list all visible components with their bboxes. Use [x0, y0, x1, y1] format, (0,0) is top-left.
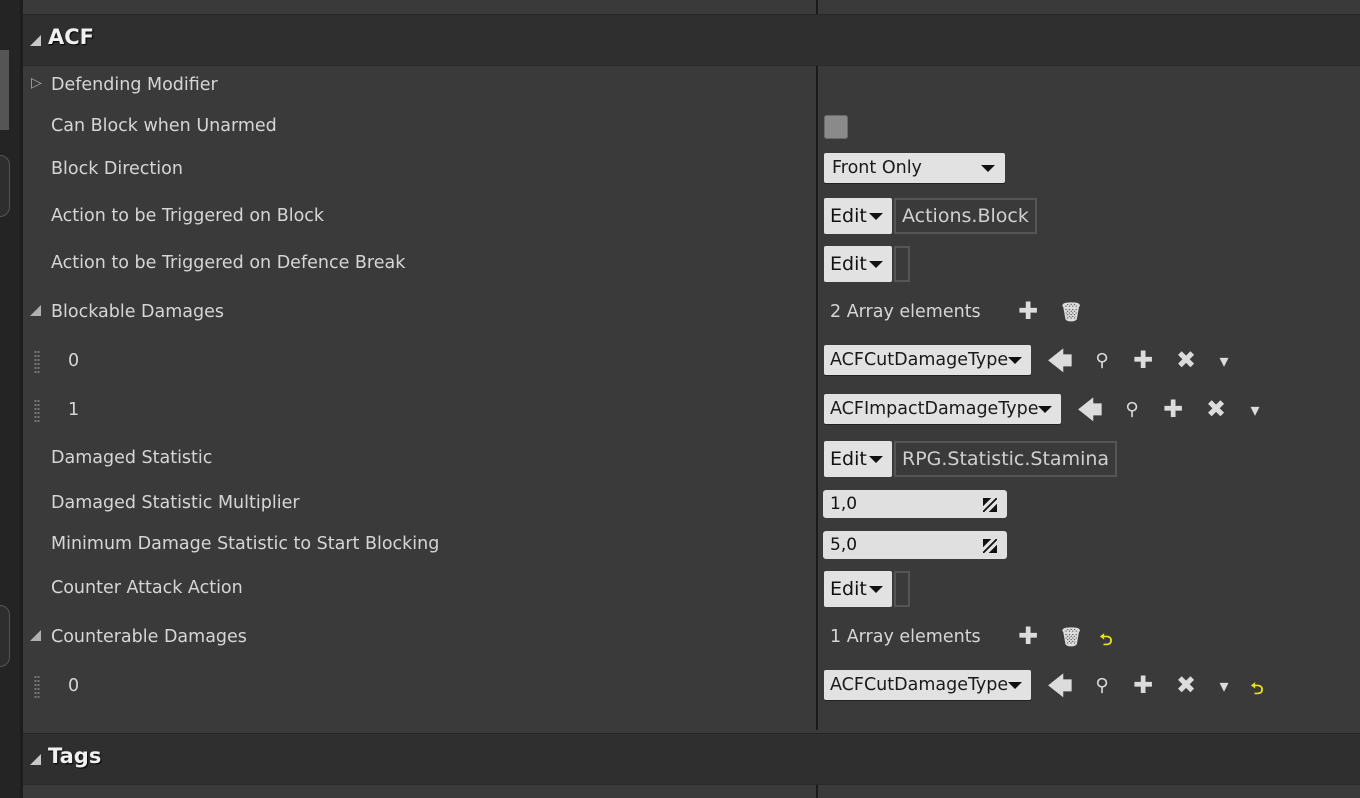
number-value: 5,0: [830, 535, 858, 555]
edit-label: Edit: [830, 205, 867, 227]
counter-attack-edit-button[interactable]: Edit: [824, 571, 892, 607]
block-direction-label: Block Direction: [51, 159, 183, 179]
magnifier-icon[interactable]: ⚲: [1089, 349, 1115, 373]
chevron-down-icon: [981, 165, 995, 172]
array-index: 0: [68, 676, 80, 696]
strip-segment: [0, 50, 9, 130]
counter-attack-tag: [894, 571, 910, 607]
x-icon[interactable]: ✖: [1173, 673, 1199, 697]
blockable-item-1-combo[interactable]: ACFImpactDamageType: [824, 394, 1061, 424]
magnifier-icon[interactable]: ⚲: [1089, 674, 1115, 698]
trash-icon[interactable]: 🗑: [1058, 301, 1084, 325]
strip-knob: [0, 605, 10, 667]
number-value: 1,0: [830, 494, 858, 514]
magnifier-icon[interactable]: ⚲: [1119, 398, 1145, 422]
action-on-block-label: Action to be Triggered on Block: [51, 206, 325, 226]
plus-icon[interactable]: ✚: [1015, 299, 1041, 323]
defending-modifier-label: Defending Modifier: [51, 75, 218, 95]
plus-icon[interactable]: ✚: [1130, 673, 1156, 697]
arrow-left-icon[interactable]: 🡄: [1077, 398, 1103, 422]
array-index: 0: [68, 351, 80, 371]
block-direction-combo[interactable]: Front Only: [824, 153, 1005, 183]
x-icon[interactable]: ✖: [1173, 348, 1199, 372]
arrow-left-icon[interactable]: 🡄: [1047, 349, 1073, 373]
expand-triangle-icon: [30, 35, 41, 46]
damage-type-value: ACFImpactDamageType: [830, 399, 1039, 419]
resize-handle-icon[interactable]: [983, 498, 997, 512]
counterable-damages-count: 1 Array elements: [830, 627, 981, 647]
damaged-statistic-multiplier-input[interactable]: 1,0: [823, 490, 1007, 518]
x-icon[interactable]: ✖: [1203, 397, 1229, 421]
reset-to-default-icon[interactable]: ⮌: [1244, 677, 1270, 701]
action-on-defence-break-label: Action to be Triggered on Defence Break: [51, 253, 406, 273]
edit-label: Edit: [830, 448, 867, 470]
arrow-left-icon[interactable]: 🡄: [1047, 674, 1073, 698]
blockable-damages-count: 2 Array elements: [830, 302, 981, 322]
collapsed-triangle-icon[interactable]: ▷: [31, 75, 42, 91]
counterable-item-0-combo[interactable]: ACFCutDamageType: [824, 670, 1031, 700]
damaged-statistic-multiplier-label: Damaged Statistic Multiplier: [51, 493, 300, 513]
column-splitter[interactable]: [816, 0, 818, 730]
chevron-down-icon: [869, 586, 883, 593]
edit-label: Edit: [830, 253, 867, 275]
drag-handle-icon[interactable]: [34, 350, 40, 374]
damage-type-value: ACFCutDamageType: [830, 675, 1009, 695]
trash-icon[interactable]: 🗑: [1058, 626, 1084, 650]
expand-triangle-icon[interactable]: [30, 630, 41, 641]
expand-triangle-icon: [30, 754, 41, 765]
action-on-defence-break-edit-button[interactable]: Edit: [824, 246, 892, 282]
damaged-statistic-label: Damaged Statistic: [51, 448, 213, 468]
damage-type-value: ACFCutDamageType: [830, 350, 1009, 370]
left-panel-strip: [0, 0, 20, 798]
min-damage-statistic-label: Minimum Damage Statistic to Start Blocki…: [51, 534, 440, 554]
counterable-damages-label: Counterable Damages: [51, 627, 247, 647]
plus-icon[interactable]: ✚: [1015, 624, 1041, 648]
expand-triangle-icon[interactable]: [30, 305, 41, 316]
block-direction-value: Front Only: [832, 158, 922, 178]
blockable-damages-label: Blockable Damages: [51, 302, 225, 322]
chevron-down-icon: [869, 456, 883, 463]
plus-icon[interactable]: ✚: [1160, 397, 1186, 421]
damaged-statistic-tag: RPG.Statistic.Stamina: [894, 441, 1117, 477]
array-index: 1: [68, 400, 80, 420]
action-on-block-edit-button[interactable]: Edit: [824, 198, 892, 234]
counter-attack-action-label: Counter Attack Action: [51, 578, 243, 598]
category-acf-header[interactable]: ACF: [23, 14, 1360, 66]
drag-handle-icon[interactable]: [34, 399, 40, 423]
can-block-unarmed-label: Can Block when Unarmed: [51, 116, 277, 136]
resize-handle-icon[interactable]: [983, 539, 997, 553]
damaged-statistic-edit-button[interactable]: Edit: [824, 441, 892, 477]
chevron-down-icon[interactable]: ▾: [1242, 399, 1268, 423]
category-tags-header[interactable]: Tags: [23, 733, 1360, 785]
can-block-unarmed-checkbox[interactable]: [824, 115, 848, 139]
action-on-defence-break-tag: [894, 246, 910, 282]
chevron-down-icon[interactable]: ▾: [1211, 350, 1237, 374]
chevron-down-icon[interactable]: ▾: [1211, 675, 1237, 699]
chevron-down-icon: [869, 213, 883, 220]
chevron-down-icon: [869, 261, 883, 268]
action-on-block-tag: Actions.Block: [894, 198, 1037, 234]
blockable-item-0-combo[interactable]: ACFCutDamageType: [824, 345, 1031, 375]
chevron-down-icon: [1008, 682, 1022, 689]
chevron-down-icon: [1038, 406, 1052, 413]
reset-to-default-icon[interactable]: ⮌: [1093, 628, 1119, 652]
panel-edge: [20, 0, 23, 798]
category-title: Tags: [48, 744, 102, 768]
chevron-down-icon: [1008, 357, 1022, 364]
drag-handle-icon[interactable]: [34, 675, 40, 699]
plus-icon[interactable]: ✚: [1130, 348, 1156, 372]
strip-knob: [0, 155, 10, 217]
category-title: ACF: [48, 25, 95, 49]
edit-label: Edit: [830, 578, 867, 600]
min-damage-statistic-input[interactable]: 5,0: [823, 531, 1007, 559]
